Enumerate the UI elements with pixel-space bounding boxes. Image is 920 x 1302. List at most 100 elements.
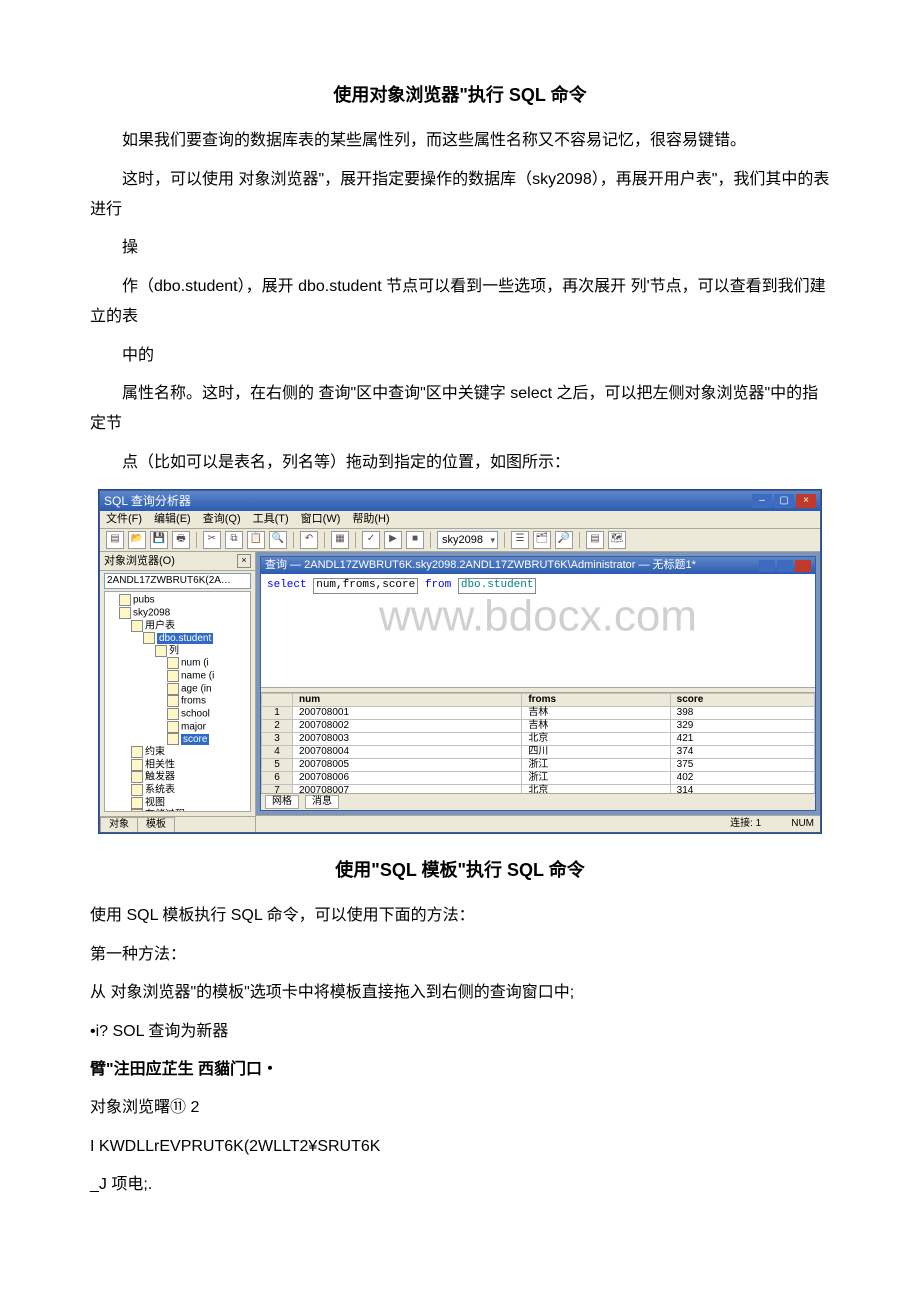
menu-tools[interactable]: 工具(T) — [253, 513, 289, 526]
tree-col-froms[interactable]: froms — [181, 696, 206, 707]
tree-node[interactable]: 触发器 — [145, 772, 175, 783]
tree-col-age[interactable]: age (in — [181, 683, 212, 694]
tree-node[interactable]: 约束 — [145, 747, 165, 758]
tree-node[interactable]: 视图 — [145, 797, 165, 808]
server-combo[interactable]: 2ANDL17ZWBRUT6K(2A… — [104, 573, 251, 589]
cut-icon[interactable]: ✂ — [203, 531, 221, 549]
col-header[interactable]: score — [670, 694, 814, 707]
menu-query[interactable]: 查询(Q) — [203, 513, 241, 526]
cell-froms: 浙江 — [522, 772, 670, 785]
tree-col-major[interactable]: major — [181, 721, 206, 732]
rownum-cell: 7 — [262, 785, 293, 794]
tab-templates[interactable]: 模板 — [137, 817, 175, 832]
tree-node-columns[interactable]: 列 — [169, 645, 179, 656]
sql-keyword: from — [418, 579, 458, 591]
cell-num: 200708003 — [293, 733, 522, 746]
cell-score: 314 — [670, 785, 814, 794]
table-row[interactable]: 5200708005浙江375 — [262, 759, 815, 772]
para-bold: 臂"注田应芷生 西貓门口・ — [90, 1055, 830, 1085]
tree-col-score[interactable]: score — [181, 734, 209, 745]
folder-icon — [131, 809, 143, 812]
find-icon[interactable]: 🔍 — [269, 531, 287, 549]
rownum-cell: 4 — [262, 746, 293, 759]
close-icon[interactable]: × — [796, 494, 816, 508]
query-window: 查询 — 2ANDL17ZWBRUT6K.sky2098.2ANDL17ZWBR… — [260, 556, 816, 811]
execute-icon[interactable]: ▶ — [384, 531, 402, 549]
table-row[interactable]: 6200708006浙江402 — [262, 772, 815, 785]
folder-icon — [131, 759, 143, 771]
query-max-icon[interactable] — [777, 560, 793, 572]
execute-mode-icon[interactable]: ▦ — [331, 531, 349, 549]
maximize-icon[interactable]: ▢ — [774, 494, 794, 508]
table-row[interactable]: 7200708007北京314 — [262, 785, 815, 794]
col-header[interactable]: num — [293, 694, 522, 707]
sql-editor[interactable]: select num,froms,score from dbo.student … — [261, 574, 815, 687]
para: 对象浏览曙⑪ 2 — [90, 1093, 830, 1123]
para: 从 对象浏览器"的模板"选项卡中将模板直接拖入到右侧的查询窗口中; — [90, 978, 830, 1008]
results-tabs: 网格 消息 — [261, 793, 815, 810]
paste-icon[interactable]: 📋 — [247, 531, 265, 549]
stop-icon[interactable]: ■ — [406, 531, 424, 549]
status-numlock: NUM — [791, 818, 814, 830]
copy-icon[interactable]: ⧉ — [225, 531, 243, 549]
object-browser-icon[interactable]: 🗂 — [533, 531, 551, 549]
database-combo[interactable]: sky2098 — [437, 531, 498, 549]
table-row[interactable]: 2200708002吉林329 — [262, 720, 815, 733]
tree-node-pubs[interactable]: pubs — [133, 595, 155, 606]
para: 作（dbo.student），展开 dbo.student 节点可以看到一些选项… — [90, 272, 830, 333]
query-min-icon[interactable] — [759, 560, 775, 572]
status-connections: 连接: 1 — [730, 818, 761, 830]
menu-window[interactable]: 窗口(W) — [301, 513, 341, 526]
toolbar: ▤ 📂 💾 🖶 ✂ ⧉ 📋 🔍 ↶ ▦ ✓ ▶ ■ sky2098 ☰ 🗂 🔎 … — [100, 529, 820, 552]
tree-col-school[interactable]: school — [181, 709, 210, 720]
tab-objects[interactable]: 对象 — [100, 817, 138, 832]
para: 操 — [90, 233, 830, 263]
rownum-cell: 5 — [262, 759, 293, 772]
estimated-plan-icon[interactable]: ☰ — [511, 531, 529, 549]
new-icon[interactable]: ▤ — [106, 531, 124, 549]
folder-icon — [131, 784, 143, 796]
tree-node[interactable]: 相关性 — [145, 759, 175, 770]
open-icon[interactable]: 📂 — [128, 531, 146, 549]
menu-file[interactable]: 文件(F) — [106, 513, 142, 526]
undo-icon[interactable]: ↶ — [300, 531, 318, 549]
tab-messages[interactable]: 消息 — [305, 795, 339, 809]
folder-icon — [131, 771, 143, 783]
tab-grid[interactable]: 网格 — [265, 795, 299, 809]
folder-icon — [155, 645, 167, 657]
show-plan-icon[interactable]: 🗺 — [608, 531, 626, 549]
rownum-cell: 2 — [262, 720, 293, 733]
para: 如果我们要查询的数据库表的某些属性列，而这些属性名称又不容易记忆，很容易键错。 — [90, 126, 830, 156]
tree-node-sky2098[interactable]: sky2098 — [133, 608, 170, 619]
menu-edit[interactable]: 编辑(E) — [154, 513, 191, 526]
cell-score: 398 — [670, 707, 814, 720]
cell-num: 200708005 — [293, 759, 522, 772]
results-grid[interactable]: num froms score 1200708001吉林398220070800… — [261, 693, 815, 793]
tree-node[interactable]: 系统表 — [145, 785, 175, 796]
tree-node-dbo-student[interactable]: dbo.student — [157, 633, 213, 644]
table-row[interactable]: 3200708003北京421 — [262, 733, 815, 746]
rownum-cell: 3 — [262, 733, 293, 746]
tree-node[interactable]: 存储过程 — [145, 810, 185, 812]
tree-node-usertables[interactable]: 用户表 — [145, 620, 175, 631]
object-tree[interactable]: pubs sky2098 用户表 dbo.student 列 num — [104, 591, 251, 812]
window-titlebar: SQL 查询分析器 – ▢ × — [100, 491, 820, 511]
object-search-icon[interactable]: 🔎 — [555, 531, 573, 549]
col-header[interactable]: froms — [522, 694, 670, 707]
cell-froms: 北京 — [522, 733, 670, 746]
print-icon[interactable]: 🖶 — [172, 531, 190, 549]
rownum-header — [262, 694, 293, 707]
tree-col-name[interactable]: name (i — [181, 671, 214, 682]
menu-help[interactable]: 帮助(H) — [352, 513, 389, 526]
table-row[interactable]: 1200708001吉林398 — [262, 707, 815, 720]
object-browser-close-icon[interactable]: × — [237, 554, 251, 568]
results-grid-icon[interactable]: ▤ — [586, 531, 604, 549]
watermark: www.bdocx.com — [379, 591, 697, 644]
table-row[interactable]: 4200708004四川374 — [262, 746, 815, 759]
parse-icon[interactable]: ✓ — [362, 531, 380, 549]
query-close-icon[interactable] — [795, 560, 811, 572]
rownum-cell: 6 — [262, 772, 293, 785]
minimize-icon[interactable]: – — [752, 494, 772, 508]
save-icon[interactable]: 💾 — [150, 531, 168, 549]
tree-col-num[interactable]: num (i — [181, 658, 209, 669]
